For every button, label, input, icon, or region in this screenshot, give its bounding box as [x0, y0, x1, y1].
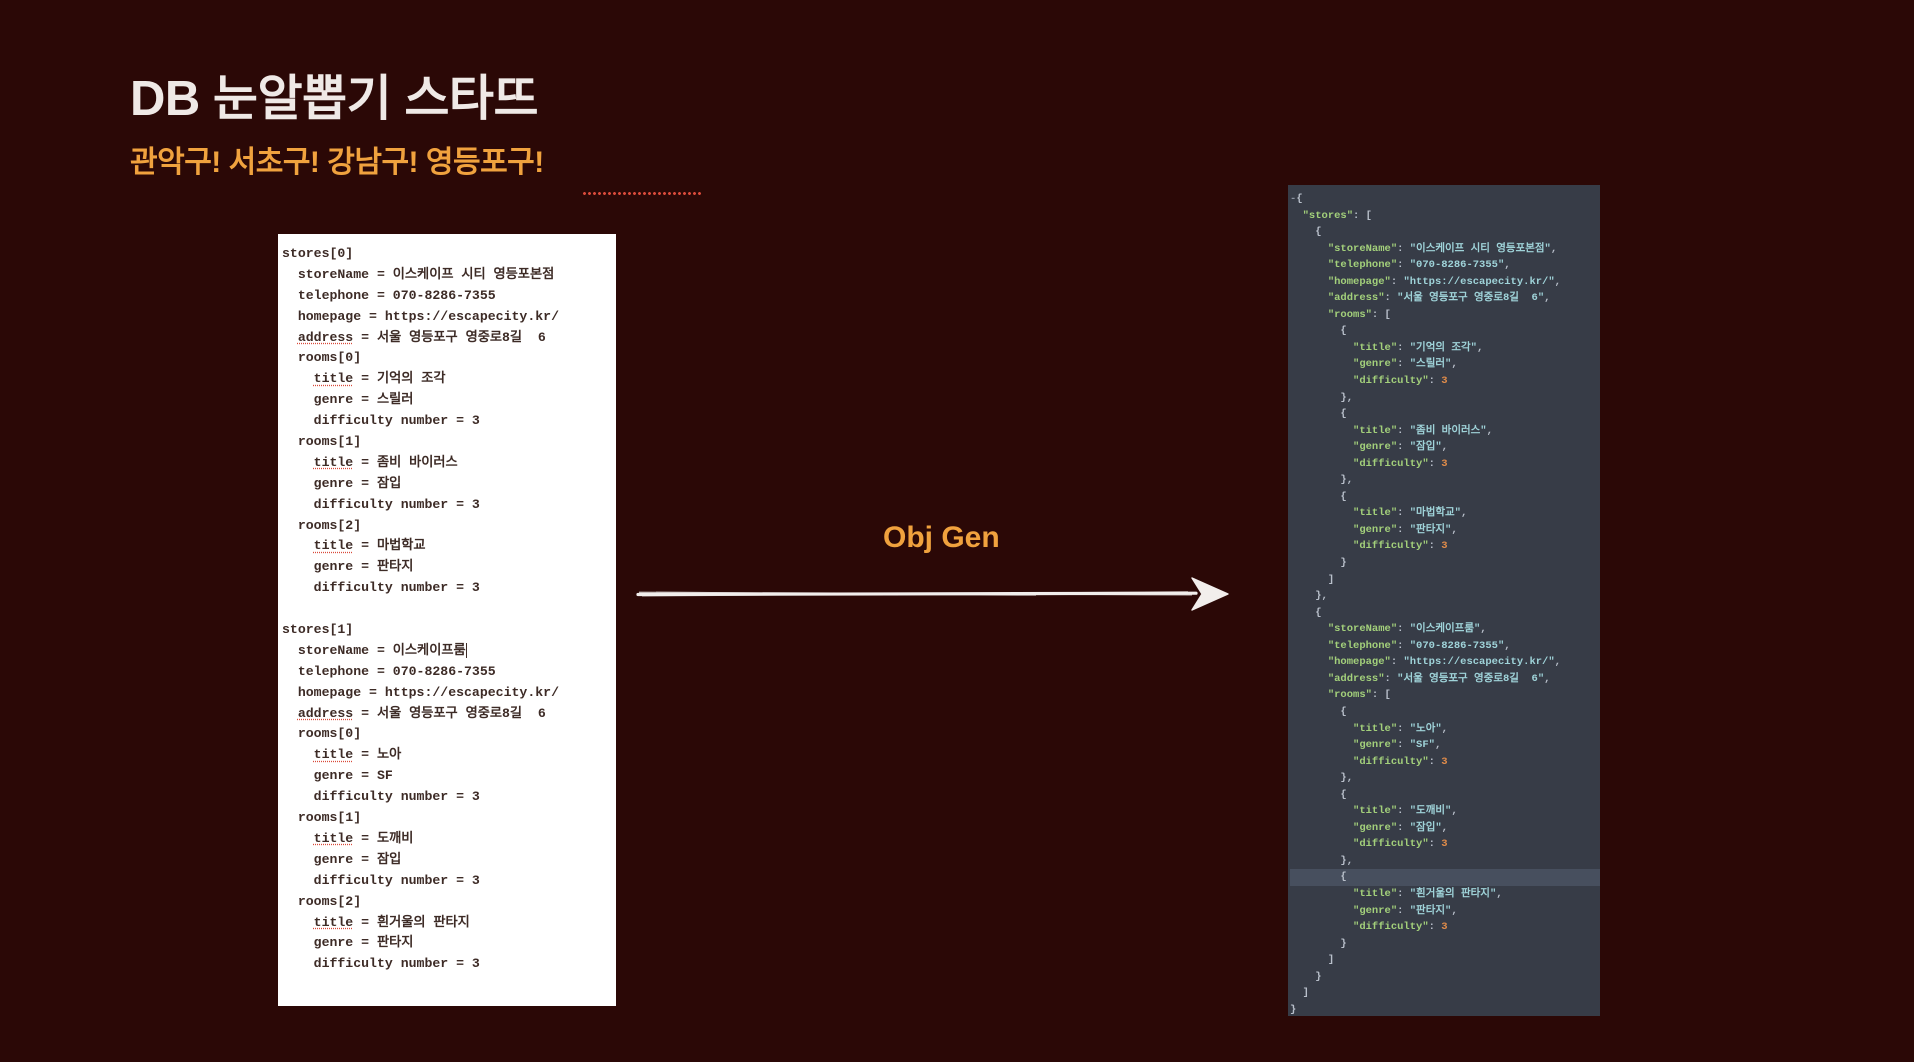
json-line: "stores": [: [1302, 209, 1372, 222]
plain-output-line: difficulty number = 3: [282, 580, 480, 596]
json-line: "homepage": "https://escapecity.kr/",: [1327, 656, 1561, 669]
json-line: "genre": "잠입",: [1353, 821, 1448, 834]
json-output-panel[interactable]: -{ "stores": [ { "storeName": "이스케이프 시티 …: [1288, 185, 1600, 1016]
json-line: "storeName": "이스케이프 시티 영등포본점",: [1327, 242, 1558, 255]
heading-block: DB 눈알뽑기 스타뜨 관악구! 서초구! 강남구! 영등포구!: [130, 72, 702, 195]
json-line: "genre": "스릴러",: [1353, 358, 1458, 371]
json-line: "address": "서울 영등포구 영중로8길 6",: [1327, 672, 1551, 685]
json-line: "difficulty": 3: [1353, 921, 1448, 934]
plain-output-line: difficulty number = 3: [282, 872, 480, 888]
plain-output-line: difficulty number = 3: [282, 789, 480, 805]
json-line: "title": "기억의 조각",: [1353, 341, 1484, 354]
json-line: }: [1315, 970, 1322, 983]
json-line: },: [1340, 772, 1354, 785]
json-line: "genre": "SF",: [1353, 739, 1442, 752]
json-line: "difficulty": 3: [1353, 755, 1448, 768]
json-line: {: [1315, 606, 1322, 619]
plain-output-line: rooms[2]: [282, 517, 362, 533]
json-line: "difficulty": 3: [1353, 457, 1448, 470]
plain-output-line: storeName = 이스케이프 시티 영등포본점: [282, 266, 555, 282]
plain-output-line: title = 흰거울의 판타지: [313, 914, 470, 930]
json-line: "title": "마법학교",: [1353, 507, 1468, 520]
plain-output-text: stores[0] storeName = 이스케이프 시티 영등포본점 tel…: [278, 234, 616, 1006]
json-line: "title": "좀비 바이러스",: [1353, 424, 1493, 437]
plain-output-panel: stores[0] storeName = 이스케이프 시티 영등포본점 tel…: [278, 234, 616, 1006]
json-line: {: [1340, 408, 1347, 421]
json-line: }: [1290, 1003, 1297, 1016]
json-line: {: [1340, 490, 1347, 503]
plain-output-line: genre = 잠입: [282, 851, 402, 867]
plain-output-line: genre = 판타지: [282, 559, 414, 575]
json-line: "storeName": "이스케이프룸",: [1327, 623, 1487, 636]
obj-gen-label: Obj Gen: [883, 521, 1000, 554]
json-line: -{: [1290, 193, 1303, 205]
json-line: "address": "서울 영등포구 영중로8길 6",: [1327, 292, 1551, 305]
json-line: "genre": "잠입",: [1353, 441, 1448, 454]
json-line: "rooms": [: [1327, 689, 1391, 702]
plain-output-line: rooms[0]: [282, 350, 362, 366]
json-line: },: [1340, 854, 1354, 867]
json-line: "rooms": [: [1327, 308, 1391, 321]
plain-output-line: homepage = https://escapecity.kr/: [282, 308, 559, 324]
plain-output-line: telephone = 070-8286-7355: [282, 663, 496, 679]
plain-output-line: storeName = 이스케이프룸​: [282, 642, 467, 658]
json-line: "difficulty": 3: [1353, 838, 1448, 851]
json-line: {: [1340, 788, 1347, 801]
plain-output-line: stores[0]: [282, 246, 354, 261]
plain-output-line: title = 도깨비: [313, 830, 414, 846]
json-line: "homepage": "https://escapecity.kr/",: [1327, 275, 1561, 288]
json-line: {: [1340, 325, 1347, 338]
plain-output-line: homepage = https://escapecity.kr/: [282, 684, 559, 700]
plain-output-line: rooms[0]: [282, 726, 362, 742]
text-caret: ​: [465, 642, 467, 658]
plain-output-line: title = 좀비 바이러스: [313, 454, 458, 470]
json-line: "telephone": "070-8286-7355",: [1327, 259, 1511, 272]
json-line: ]: [1327, 573, 1335, 586]
plain-output-line: telephone = 070-8286-7355: [282, 287, 496, 303]
plain-output-line: stores[1]: [282, 622, 354, 638]
plain-output-line: difficulty number = 3: [282, 413, 480, 429]
plain-output-line: rooms[1]: [282, 434, 362, 450]
json-output-text: -{ "stores": [ { "storeName": "이스케이프 시티 …: [1288, 185, 1600, 1016]
json-line: }: [1340, 557, 1347, 570]
json-line: "telephone": "070-8286-7355",: [1327, 639, 1511, 652]
json-line: },: [1340, 474, 1354, 487]
json-line: },: [1340, 391, 1354, 404]
json-line: }: [1340, 937, 1347, 950]
json-line: ]: [1327, 954, 1335, 967]
page-subtitle: 관악구! 서초구! 강남구! 영등포구!: [130, 145, 544, 179]
page-title: DB 눈알뽑기 스타뜨: [130, 72, 539, 126]
json-line: },: [1315, 590, 1328, 603]
json-line: "difficulty": 3: [1353, 375, 1448, 388]
json-line: {: [1290, 869, 1600, 886]
json-line: "title": "도깨비",: [1353, 805, 1458, 818]
plain-output-line: difficulty number = 3: [282, 496, 480, 512]
json-line: "title": "노아",: [1353, 722, 1448, 735]
plain-output-line: title = 마법학교: [313, 538, 426, 554]
plain-output-line: address = 서울 영등포구 영중로8길 6: [297, 705, 546, 721]
json-line: "genre": "판타지",: [1353, 523, 1458, 536]
plain-output-line: [282, 599, 616, 620]
plain-output-line: genre = SF: [282, 768, 393, 784]
plain-output-line: genre = 잠입: [282, 475, 402, 491]
title-dotted-underline: [582, 192, 702, 195]
rough-arrow-icon: [636, 573, 1256, 613]
plain-output-line: title = 노아: [313, 747, 402, 763]
plain-output-line: title = 기억의 조각: [313, 371, 446, 387]
slide-canvas: DB 눈알뽑기 스타뜨 관악구! 서초구! 강남구! 영등포구! stores[…: [0, 0, 1914, 1062]
json-line: "difficulty": 3: [1353, 540, 1448, 553]
plain-output-line: difficulty number = 3: [282, 956, 480, 972]
plain-output-line: genre = 스릴러: [282, 392, 414, 408]
json-line: ]: [1302, 987, 1309, 1000]
plain-output-line: rooms[1]: [282, 810, 362, 826]
json-line: "title": "흰거울의 판타지",: [1353, 887, 1503, 900]
json-line: "genre": "판타지",: [1353, 904, 1458, 917]
plain-output-line: address = 서울 영등포구 영중로8길 6: [297, 329, 546, 345]
plain-output-line: genre = 판타지: [282, 935, 414, 951]
plain-output-line: rooms[2]: [282, 893, 362, 909]
json-line: {: [1340, 705, 1347, 718]
json-line: {: [1315, 226, 1322, 239]
